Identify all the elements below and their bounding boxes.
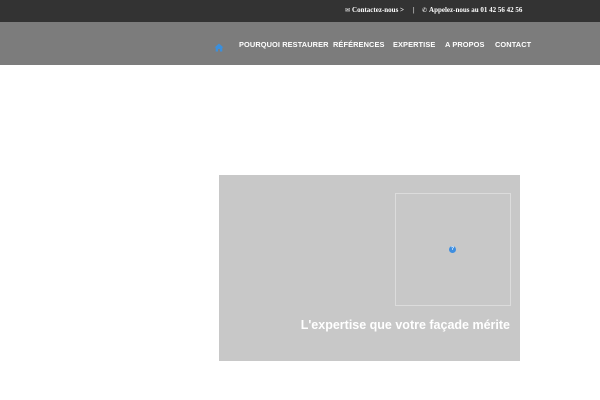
top-contact-bar: ✉ Contactez-nous > | ✆ Appelez-nous au 01 … — [0, 0, 600, 22]
hero-banner: ? L'expertise que votre façade mérite — [219, 175, 520, 361]
hero-image-frame: ? — [395, 193, 511, 306]
contact-link[interactable]: ✉ Contactez-nous > — [345, 6, 404, 14]
nav-item-references[interactable]: RÉFÉRENCES — [333, 40, 385, 49]
hero-tagline: L'expertise que votre façade mérite — [300, 318, 510, 332]
main-navigation: POURQUOI RESTAURER RÉFÉRENCES EXPERTISE … — [0, 22, 600, 65]
topbar-separator: | — [413, 6, 415, 14]
phone-icon: ✆ — [422, 7, 428, 14]
phone-label: Appelez-nous au 01 42 56 42 56 — [429, 6, 523, 14]
phone-info: ✆ Appelez-nous au 01 42 56 42 56 — [422, 6, 522, 14]
nav-item-pourquoi-restaurer[interactable]: POURQUOI RESTAURER — [239, 40, 329, 49]
broken-image-icon: ? — [449, 246, 456, 253]
contact-link-label: Contactez-nous > — [352, 6, 405, 14]
nav-home-link[interactable] — [214, 39, 224, 52]
home-icon — [214, 43, 224, 52]
envelope-icon: ✉ — [345, 7, 351, 14]
nav-item-a-propos[interactable]: A PROPOS — [445, 40, 485, 49]
nav-item-contact[interactable]: CONTACT — [495, 40, 531, 49]
nav-item-expertise[interactable]: EXPERTISE — [393, 40, 435, 49]
